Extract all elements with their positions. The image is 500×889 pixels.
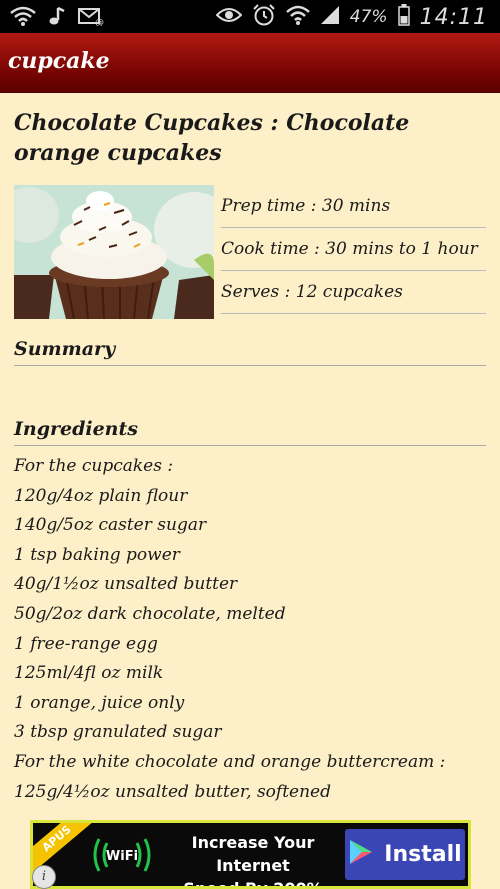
status-bar: @ 47% 14:11 xyxy=(0,0,500,33)
status-right-icons: 47% 14:11 xyxy=(215,4,488,30)
recipe-meta-rows: Prep time : 30 mins Cook time : 30 mins … xyxy=(221,185,486,314)
music-note-icon xyxy=(48,6,66,30)
ad-headline-line2: Speed By 200% xyxy=(183,879,323,889)
install-label: Install xyxy=(384,842,462,867)
cell-signal-icon xyxy=(320,5,340,29)
ingredients-header: Ingredients xyxy=(14,418,486,446)
ad-headline-line1: Increase Your Internet xyxy=(191,833,315,875)
wifi-icon xyxy=(10,6,36,30)
email-icon: @ xyxy=(78,6,104,30)
app-bar: cupcake xyxy=(0,33,500,93)
cook-time: Cook time : 30 mins to 1 hour xyxy=(221,228,486,271)
status-left-icons: @ xyxy=(10,6,104,30)
eye-icon xyxy=(215,5,243,29)
ingredient-item: 1 free-range egg xyxy=(14,633,158,654)
summary-header: Summary xyxy=(14,338,486,366)
play-store-icon xyxy=(348,838,374,872)
ad-banner[interactable]: APUS WiFi Increase Your Internet Speed B… xyxy=(30,820,471,889)
recipe-title: Chocolate Cupcakes : Chocolate orange cu… xyxy=(14,110,410,166)
ad-headline: Increase Your Internet Speed By 200% xyxy=(163,831,343,889)
ingredient-item: 3 tbsp granulated sugar xyxy=(14,722,222,743)
ingredient-item: 1 orange, juice only xyxy=(14,692,185,713)
app-title: cupcake xyxy=(8,48,110,74)
recipe-content[interactable]: Chocolate Cupcakes : Chocolate orange cu… xyxy=(14,108,486,802)
prep-time: Prep time : 30 mins xyxy=(221,185,486,228)
ingredients-list: For the cupcakes : 120g/4oz plain flour … xyxy=(14,452,486,807)
ingredient-item: 120g/4oz plain flour xyxy=(14,485,188,506)
ingredient-item: For the white chocolate and orange butte… xyxy=(14,751,446,772)
battery-percent: 47% xyxy=(349,7,388,27)
battery-icon xyxy=(397,4,410,30)
ingredient-item: 1 tsp baking power xyxy=(14,544,180,565)
ingredient-item: 140g/5oz caster sugar xyxy=(14,515,207,536)
serves: Serves : 12 cupcakes xyxy=(221,271,486,314)
ingredient-item: 50g/2oz dark chocolate, melted xyxy=(14,603,286,624)
clock: 14:11 xyxy=(419,4,488,30)
ingredient-item: 125ml/4fl oz milk xyxy=(14,663,164,684)
ingredient-item: 125g/4½oz unsalted butter, softened xyxy=(14,781,331,802)
svg-text:WiFi: WiFi xyxy=(106,849,138,864)
wifi-booster-icon: WiFi xyxy=(91,833,153,877)
ingredient-item: 40g/1½oz unsalted butter xyxy=(14,574,238,595)
recipe-photo xyxy=(14,185,214,319)
wifi-signal-icon xyxy=(285,4,310,30)
ad-info-icon[interactable]: i xyxy=(32,865,56,889)
alarm-icon xyxy=(252,4,276,30)
ingredient-item: For the cupcakes : xyxy=(14,456,174,476)
install-button[interactable]: Install xyxy=(345,829,465,880)
recipe-meta: Prep time : 30 mins Cook time : 30 mins … xyxy=(14,185,486,319)
svg-text:@: @ xyxy=(95,18,104,26)
